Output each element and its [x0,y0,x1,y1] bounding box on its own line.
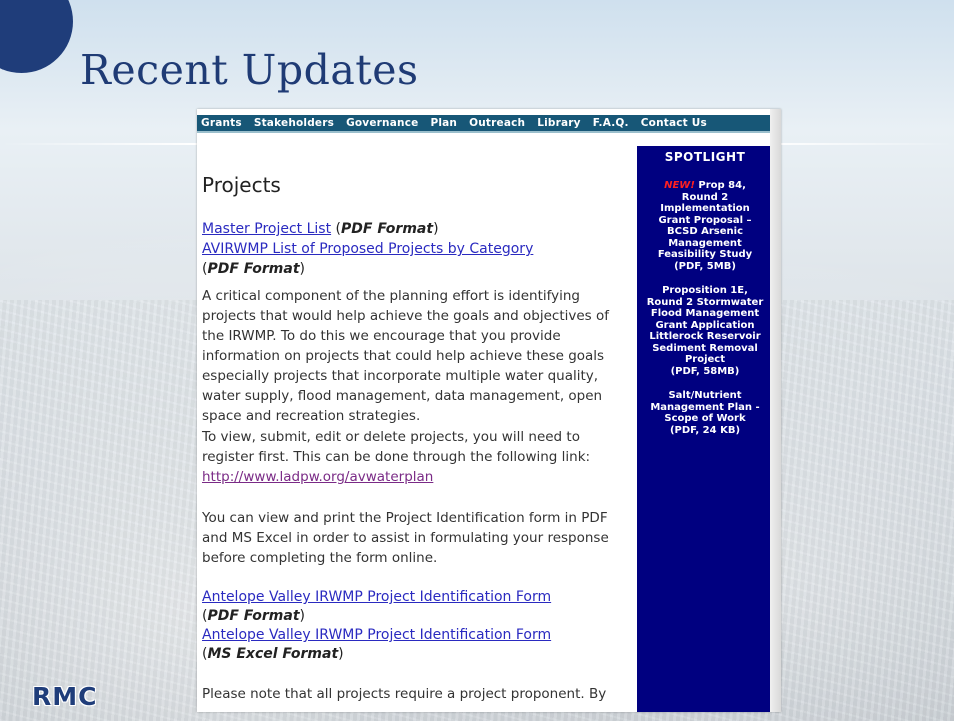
spotlight-item-line: Round 2 [681,191,729,203]
spotlight-item-line: Scope of Work [664,413,746,424]
spotlight-item-prop84[interactable]: NEW! Prop 84, Round 2 Implementation Gra… [637,180,773,272]
form-excel-format-line: (MS Excel Format) [202,646,344,662]
spotlight-item-line: Sediment Removal [652,342,758,354]
category-list-format: PDF Format [207,261,300,277]
page-heading: Projects [202,173,281,197]
registration-link[interactable]: http://www.ladpw.org/avwaterplan [202,469,433,485]
register-text: To view, submit, edit or delete projects… [202,429,591,465]
top-nav-bar: Grants Stakeholders Governance Plan Outr… [197,115,770,133]
nav-item-contact-us[interactable]: Contact Us [641,117,707,129]
master-project-list-link[interactable]: Master Project List [202,221,331,237]
nav-item-outreach[interactable]: Outreach [469,117,525,129]
slide-title: Recent Updates [80,46,419,94]
form-pdf-format-line: (PDF Format) [202,608,305,624]
window-edge-shade [770,109,781,712]
spotlight-item-line: Salt/Nutrient [668,390,742,401]
spotlight-item-line: Proposition 1E, [662,285,748,296]
new-badge: NEW! [664,180,695,191]
register-paragraph: To view, submit, edit or delete projects… [202,427,626,487]
nav-item-faq[interactable]: F.A.Q. [593,117,629,129]
form-excel-format: MS Excel Format [207,646,339,662]
intro-paragraph: A critical component of the planning eff… [202,288,610,424]
spotlight-item-line: (PDF, 5MB) [674,260,736,272]
form-pdf-link[interactable]: Antelope Valley IRWMP Project Identifica… [202,589,551,605]
spotlight-item-line: Project [684,354,726,365]
rmc-logo: RMC [32,682,98,711]
note-paragraph: Please note that all projects require a … [202,686,607,702]
corner-circle-decoration [0,0,73,73]
category-list-line: AVIRWMP List of Proposed Projects by Cat… [202,241,533,257]
master-list-format: PDF Format [341,221,434,237]
spotlight-item-line: Flood Management [650,308,760,319]
spotlight-item-line: (PDF, 58MB) [670,365,740,377]
category-list-link[interactable]: AVIRWMP List of Proposed Projects by Cat… [202,241,533,257]
spotlight-item-line: Round 2 Stormwater [646,296,764,308]
nav-item-plan[interactable]: Plan [430,117,457,129]
print-form-paragraph: You can view and print the Project Ident… [202,510,609,566]
spotlight-item-line: Grant Proposal – [658,214,752,226]
spotlight-item-line: Management [668,237,742,249]
nav-item-stakeholders[interactable]: Stakeholders [254,117,334,129]
spotlight-item-line: Littlerock Reservoir [649,331,761,342]
spotlight-item-line: Feasibility Study [657,249,753,260]
spotlight-item-line: Implementation [660,203,750,214]
category-format-line: (PDF Format) [202,261,305,277]
form-pdf-line: Antelope Valley IRWMP Project Identifica… [202,589,551,605]
nav-item-governance[interactable]: Governance [346,117,418,129]
spotlight-item-line: Management Plan - [650,401,760,413]
master-list-line: Master Project List (PDF Format) [202,221,439,237]
spotlight-item-line: NEW! Prop 84, [664,180,746,191]
form-excel-line: Antelope Valley IRWMP Project Identifica… [202,627,551,643]
website-screenshot: Grants Stakeholders Governance Plan Outr… [197,109,781,712]
nav-item-grants[interactable]: Grants [201,117,242,129]
spotlight-item-line: (PDF, 24 KB) [669,424,741,436]
spotlight-item-salt-nutrient[interactable]: Salt/Nutrient Management Plan - Scope of… [637,390,773,436]
spotlight-item-prop1e[interactable]: Proposition 1E, Round 2 Stormwater Flood… [637,285,773,377]
spotlight-item-line: Grant Application [655,319,755,331]
spotlight-title: SPOTLIGHT [664,150,746,164]
spotlight-item-line: BCSD Arsenic [666,226,743,237]
nav-item-library[interactable]: Library [537,117,581,129]
form-pdf-format: PDF Format [207,608,300,624]
spotlight-sidebar: SPOTLIGHT NEW! Prop 84, Round 2 Implemen… [637,146,773,712]
form-excel-link[interactable]: Antelope Valley IRWMP Project Identifica… [202,627,551,643]
